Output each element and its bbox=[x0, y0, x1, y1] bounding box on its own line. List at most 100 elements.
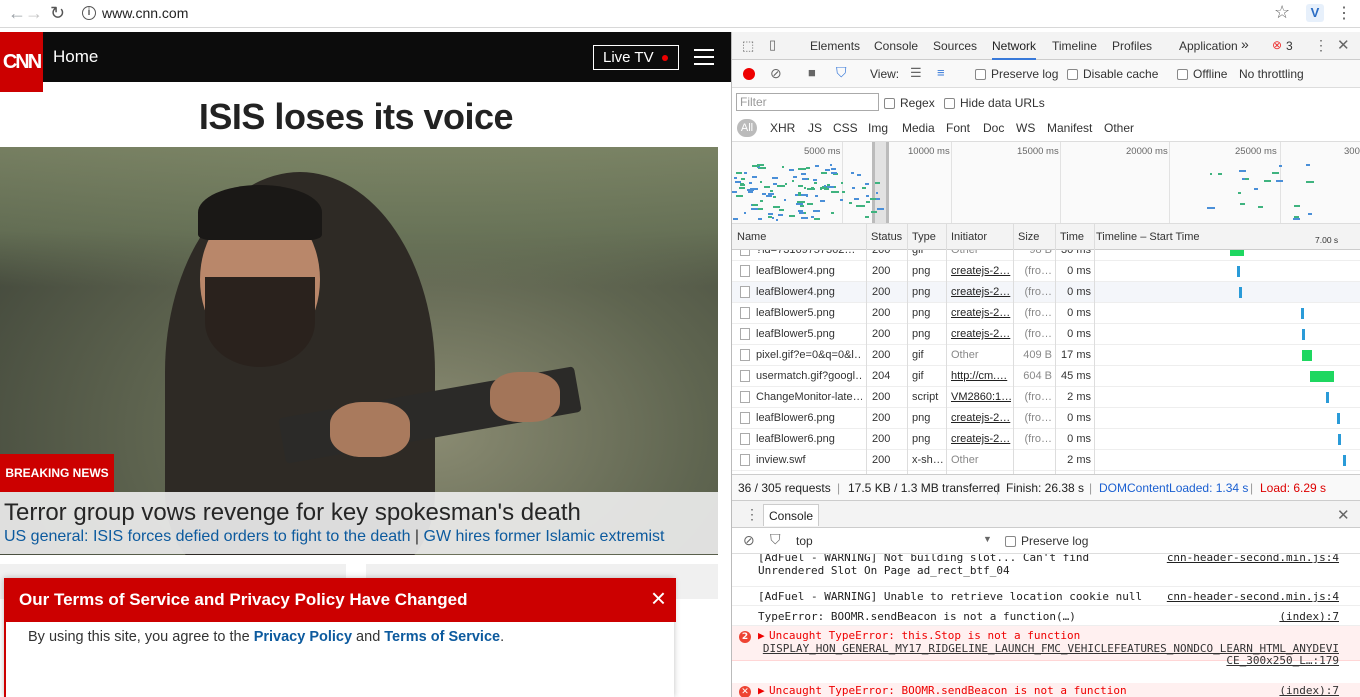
more-tabs-icon[interactable]: » bbox=[1241, 36, 1249, 52]
network-request-row[interactable]: leafBlower5.png 200 png createjs-2… (fro… 0 m… bbox=[732, 303, 1360, 324]
close-icon[interactable]: × bbox=[651, 585, 666, 611]
tab-elements[interactable]: Elements bbox=[810, 39, 860, 53]
col-initiator[interactable]: Initiator bbox=[951, 231, 987, 243]
overview-mark bbox=[1276, 180, 1283, 183]
tab-console-drawer[interactable]: Console bbox=[763, 504, 820, 526]
terms-banner: Our Terms of Service and Privacy Policy … bbox=[4, 578, 676, 697]
clear-icon[interactable]: ⊘ bbox=[770, 65, 782, 82]
col-status[interactable]: Status bbox=[871, 231, 902, 243]
sublink-us-general[interactable]: US general: ISIS forces defied orders to… bbox=[4, 528, 410, 545]
type-other[interactable]: Other bbox=[1104, 121, 1134, 135]
context-select[interactable]: top bbox=[796, 534, 813, 548]
network-request-row[interactable]: leafBlower4.png 200 png createjs-2… (fro… 0 m… bbox=[732, 282, 1360, 303]
tab-profiles[interactable]: Profiles bbox=[1112, 39, 1152, 53]
cnn-logo[interactable]: CNN bbox=[0, 32, 43, 92]
request-initiator[interactable]: http://cm.… bbox=[951, 370, 1011, 382]
col-timeline[interactable]: Timeline – Start Time bbox=[1096, 231, 1200, 243]
filter-icon[interactable]: ⛉ bbox=[836, 64, 847, 81]
network-request-row[interactable]: usermatch.gif?googl… 204 gif http://cm.… 604… bbox=[732, 366, 1360, 387]
network-request-row[interactable]: leafBlower6.png 200 png createjs-2… (fro… 0 m… bbox=[732, 408, 1360, 429]
network-overview[interactable]: 5000 ms 10000 ms 15000 ms 20000 ms 25000… bbox=[732, 142, 1360, 224]
error-count-icon[interactable]: ⊗ bbox=[1272, 38, 1282, 52]
preserve-log-checkbox[interactable]: Preserve log bbox=[975, 67, 1058, 81]
chevron-down-icon[interactable]: ▼ bbox=[983, 534, 992, 544]
throttling-select[interactable]: No throttling bbox=[1239, 67, 1304, 81]
nav-home-link[interactable]: Home bbox=[53, 47, 98, 67]
screenshot-capture-icon[interactable]: ■ bbox=[808, 65, 816, 80]
type-ws[interactable]: WS bbox=[1016, 121, 1035, 135]
tab-network[interactable]: Network bbox=[992, 39, 1037, 60]
device-toolbar-icon[interactable]: ▯ bbox=[769, 37, 776, 53]
filter-input[interactable]: Filter bbox=[736, 93, 879, 111]
disable-cache-checkbox[interactable]: Disable cache bbox=[1067, 67, 1158, 81]
terms-of-service-link[interactable]: Terms of Service bbox=[384, 629, 500, 645]
request-initiator[interactable]: createjs-2… bbox=[951, 328, 1011, 340]
col-type[interactable]: Type bbox=[912, 231, 936, 243]
back-arrow-icon[interactable]: ← bbox=[8, 3, 26, 24]
network-request-row[interactable]: leafBlower5.png 200 png createjs-2… (fro… 0 m… bbox=[732, 324, 1360, 345]
type-all[interactable]: All bbox=[737, 119, 757, 137]
devtools-menu-icon[interactable]: ⋮ bbox=[1314, 37, 1328, 54]
network-request-row[interactable]: ChangeMonitor-late… 200 script VM2860:1… (fr… bbox=[732, 387, 1360, 408]
overview-mark bbox=[819, 188, 823, 191]
network-request-row[interactable]: pixel.gif?e=0&q=0&l… 200 gif Other 409 B 17 m… bbox=[732, 345, 1360, 366]
inspect-element-icon[interactable]: ⬚ bbox=[742, 38, 754, 54]
sublink-gw-hires[interactable]: GW hires former Islamic extremist bbox=[424, 528, 665, 545]
col-name[interactable]: Name bbox=[737, 231, 766, 243]
request-initiator[interactable]: createjs-2… bbox=[951, 433, 1011, 445]
drawer-menu-icon[interactable]: ⋮ bbox=[745, 506, 759, 523]
request-initiator[interactable]: VM2860:1… bbox=[951, 391, 1011, 403]
forward-arrow-icon[interactable]: → bbox=[25, 3, 43, 24]
network-request-row[interactable]: ?id=73169757362… 200 gif Other 98 B 30 ms bbox=[732, 250, 1360, 261]
drawer-close-icon[interactable]: ✕ bbox=[1337, 506, 1350, 524]
record-icon[interactable] bbox=[743, 68, 755, 80]
hide-data-urls-checkbox[interactable]: Hide data URLs bbox=[944, 96, 1045, 110]
devtools-tabbar: ⬚ ▯ Elements Console Sources Network Tim… bbox=[732, 32, 1360, 60]
console-filter-icon[interactable]: ⛉ bbox=[770, 531, 781, 548]
error-count[interactable]: 3 bbox=[1286, 39, 1293, 53]
request-initiator[interactable]: createjs-2… bbox=[951, 307, 1011, 319]
col-time[interactable]: Time bbox=[1060, 231, 1084, 243]
request-initiator[interactable]: createjs-2… bbox=[951, 412, 1011, 424]
type-doc[interactable]: Doc bbox=[983, 121, 1004, 135]
waterfall-icon[interactable]: ≡ bbox=[937, 65, 945, 80]
extension-icon[interactable]: V bbox=[1306, 4, 1324, 22]
network-request-row[interactable]: leafBlower4.png 200 png createjs-2… (fro… 0 m… bbox=[732, 261, 1360, 282]
offline-checkbox[interactable]: Offline bbox=[1177, 67, 1227, 81]
bookmark-star-icon[interactable]: ☆ bbox=[1274, 2, 1290, 23]
live-tv-button[interactable]: Live TV bbox=[593, 45, 679, 70]
type-manifest[interactable]: Manifest bbox=[1047, 121, 1092, 135]
site-info-icon[interactable]: i bbox=[82, 6, 96, 20]
console-preserve-log-checkbox[interactable]: Preserve log bbox=[1005, 534, 1088, 548]
overview-mark bbox=[797, 184, 804, 187]
hamburger-menu-icon[interactable] bbox=[694, 49, 714, 70]
request-initiator[interactable]: createjs-2… bbox=[951, 265, 1011, 277]
expand-arrow-icon[interactable]: ▶ bbox=[758, 629, 765, 642]
col-size[interactable]: Size bbox=[1018, 231, 1039, 243]
tab-console[interactable]: Console bbox=[874, 39, 918, 53]
page-headline[interactable]: ISIS loses its voice bbox=[0, 96, 712, 138]
type-img[interactable]: Img bbox=[868, 121, 888, 135]
devtools-close-icon[interactable]: ✕ bbox=[1337, 36, 1350, 54]
browser-menu-icon[interactable]: ⋮ bbox=[1336, 3, 1352, 23]
large-rows-icon[interactable]: ☰ bbox=[910, 65, 922, 81]
type-css[interactable]: CSS bbox=[833, 121, 858, 135]
story-title[interactable]: Terror group vows revenge for key spokes… bbox=[4, 499, 581, 527]
tab-application[interactable]: Application bbox=[1179, 39, 1238, 53]
url-field[interactable]: www.cnn.com bbox=[102, 5, 188, 21]
type-media[interactable]: Media bbox=[902, 121, 935, 135]
request-status: 200 bbox=[872, 433, 891, 445]
type-js[interactable]: JS bbox=[808, 121, 822, 135]
tab-sources[interactable]: Sources bbox=[933, 39, 977, 53]
expand-arrow-icon[interactable]: ▶ bbox=[758, 684, 765, 697]
type-font[interactable]: Font bbox=[946, 121, 970, 135]
clear-console-icon[interactable]: ⊘ bbox=[743, 532, 755, 549]
reload-icon[interactable]: ↻ bbox=[50, 3, 65, 24]
network-request-row[interactable]: inview.swf 200 x-sh… Other 2 ms bbox=[732, 450, 1360, 471]
privacy-policy-link[interactable]: Privacy Policy bbox=[254, 629, 352, 645]
type-xhr[interactable]: XHR bbox=[770, 121, 795, 135]
regex-checkbox[interactable]: Regex bbox=[884, 96, 935, 110]
request-initiator[interactable]: createjs-2… bbox=[951, 286, 1011, 298]
network-request-row[interactable]: leafBlower6.png 200 png createjs-2… (fro… 0 m… bbox=[732, 429, 1360, 450]
tab-timeline[interactable]: Timeline bbox=[1052, 39, 1097, 53]
